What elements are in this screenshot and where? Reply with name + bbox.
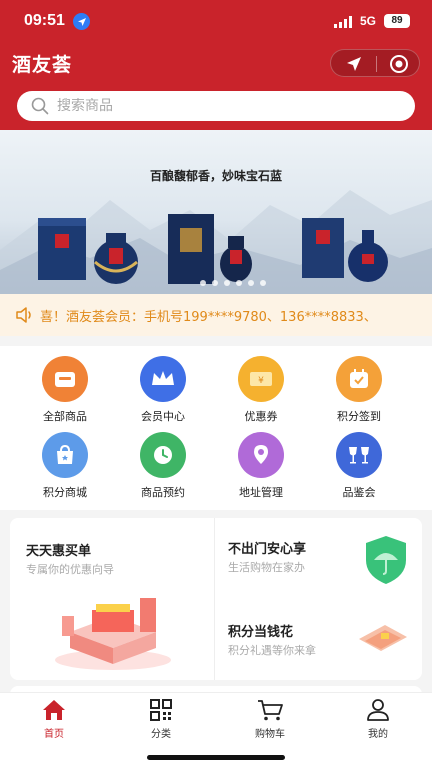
cart-icon xyxy=(258,700,283,721)
tab-cart[interactable]: 购物车 xyxy=(230,697,310,740)
menu-label: 积分商城 xyxy=(43,486,87,499)
app-title: 酒友荟 xyxy=(12,54,73,76)
function-menu: 全部商品 会员中心 ¥ 优惠券 积分签到 积分商城 商品预约 地址管理 品鉴会 xyxy=(0,346,432,510)
mini-program-capsule xyxy=(330,49,420,77)
promo-card-home-shopping[interactable]: 不出门安心享 生活购物在家办 xyxy=(215,518,422,599)
svg-text:¥: ¥ xyxy=(258,376,264,386)
calendar-check-icon xyxy=(336,356,382,402)
location-button[interactable] xyxy=(331,50,376,78)
menu-item-points-mall[interactable]: 积分商城 xyxy=(20,432,110,500)
menu-item-address-management[interactable]: 地址管理 xyxy=(216,432,306,500)
tab-category[interactable]: 分类 xyxy=(121,697,201,740)
notice-bar[interactable]: 喜！酒友荟会员：手机号199****9780、136****8833、 xyxy=(0,294,432,336)
menu-label: 商品预约 xyxy=(141,486,185,499)
status-time: 09:51 xyxy=(24,12,65,29)
shield-umbrella-icon xyxy=(366,536,406,584)
gift-box-center xyxy=(168,214,214,284)
banner-carousel[interactable]: 百酿馥郁香，妙味宝石蓝 xyxy=(0,130,432,294)
signal-icon xyxy=(334,16,352,28)
user-icon xyxy=(367,699,389,721)
tab-label: 首页 xyxy=(44,729,64,740)
carousel-dot[interactable] xyxy=(260,280,266,286)
gift-box-left xyxy=(38,218,86,280)
clock-icon xyxy=(140,432,186,478)
location-arrow-icon xyxy=(73,13,90,30)
promo-card-daily-discount[interactable]: 天天惠买单 专属你的优惠向导 xyxy=(10,518,214,680)
close-mini-program-button[interactable] xyxy=(376,50,421,78)
shop-illustration xyxy=(55,598,171,670)
gift-box-right xyxy=(302,218,344,278)
banner-artwork xyxy=(0,190,432,294)
points-card-icon xyxy=(359,625,407,651)
menu-item-product-reservation[interactable]: 商品预约 xyxy=(118,432,208,500)
network-type: 5G xyxy=(360,14,377,28)
qr-grid-icon xyxy=(150,699,172,721)
carousel-dot[interactable] xyxy=(248,280,254,286)
navigation-icon xyxy=(346,57,361,71)
home-icon xyxy=(43,700,65,720)
tab-profile[interactable]: 我的 xyxy=(338,697,418,740)
promo-subtitle: 专属你的优惠向导 xyxy=(26,563,114,576)
shop-icon xyxy=(42,356,88,402)
map-pin-icon xyxy=(238,432,284,478)
menu-item-tasting-event[interactable]: 品鉴会 xyxy=(314,432,404,500)
crown-icon xyxy=(140,356,186,402)
status-bar: 09:51 5G 89 xyxy=(0,0,432,44)
promo-title: 天天惠买单 xyxy=(26,544,92,559)
menu-label: 会员中心 xyxy=(141,410,185,423)
menu-label: 品鉴会 xyxy=(342,486,376,499)
promo-subtitle: 生活购物在家办 xyxy=(228,561,305,574)
carousel-dot[interactable] xyxy=(200,280,206,286)
search-input[interactable] xyxy=(57,98,357,114)
tab-label: 分类 xyxy=(151,729,171,740)
search-icon xyxy=(31,97,49,115)
banner-tagline: 百酿馥郁香，妙味宝石蓝 xyxy=(149,169,282,183)
menu-item-all-products[interactable]: 全部商品 xyxy=(20,356,110,424)
home-indicator xyxy=(147,755,285,760)
menu-item-coupon[interactable]: ¥ 优惠券 xyxy=(216,356,306,424)
shopping-bag-icon xyxy=(42,432,88,478)
carousel-dots xyxy=(200,280,266,286)
carousel-dot[interactable] xyxy=(212,280,218,286)
carousel-dot[interactable] xyxy=(224,280,230,286)
menu-item-member-center[interactable]: 会员中心 xyxy=(118,356,208,424)
carousel-dot[interactable] xyxy=(236,280,242,286)
promo-subtitle: 积分礼遇等你来拿 xyxy=(228,644,316,657)
promo-section: 天天惠买单 专属你的优惠向导 不出门安心享 生活购物在家办 积分当钱花 积分礼遇… xyxy=(10,518,422,680)
notice-text: 喜！酒友荟会员：手机号199****9780、136****8833、 xyxy=(40,309,377,325)
menu-label: 优惠券 xyxy=(244,410,278,423)
search-bar[interactable] xyxy=(17,91,415,121)
menu-item-points-checkin[interactable]: 积分签到 xyxy=(314,356,404,424)
tab-label: 我的 xyxy=(368,729,388,740)
target-icon xyxy=(389,55,408,73)
menu-label: 全部商品 xyxy=(43,410,87,423)
speaker-icon xyxy=(16,307,31,323)
menu-label: 地址管理 xyxy=(239,486,283,499)
promo-title: 积分当钱花 xyxy=(228,625,294,640)
app-header: 酒友荟 xyxy=(0,44,432,130)
glasses-icon xyxy=(336,432,382,478)
promo-title: 不出门安心享 xyxy=(228,542,307,557)
coupon-icon: ¥ xyxy=(238,356,284,402)
tab-home[interactable]: 首页 xyxy=(14,697,94,740)
promo-card-points-cash[interactable]: 积分当钱花 积分礼遇等你来拿 xyxy=(215,599,422,680)
battery-indicator: 89 xyxy=(384,14,410,28)
tab-label: 购物车 xyxy=(255,729,285,740)
menu-label: 积分签到 xyxy=(337,410,381,423)
